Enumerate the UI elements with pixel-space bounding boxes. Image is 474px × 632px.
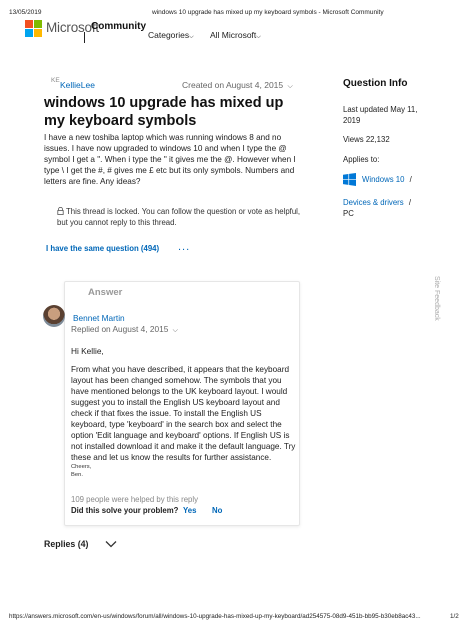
answer-greeting: Hi Kellie, bbox=[71, 346, 104, 356]
print-date: 13/05/2019 bbox=[9, 9, 42, 16]
chevron-down-icon: ⌵ bbox=[172, 327, 178, 334]
last-updated: Last updated May 11, 2019 bbox=[343, 104, 417, 126]
answer-replied-date[interactable]: Replied on August 4, 2015 ⌵ bbox=[71, 324, 178, 335]
question-created-date[interactable]: Created on August 4, 2015 ⌵ bbox=[182, 80, 293, 91]
nav-all-microsoft[interactable]: All Microsoft⌵ bbox=[210, 30, 261, 41]
microsoft-logo-icon[interactable] bbox=[25, 20, 43, 38]
signoff-line-2: Ben. bbox=[71, 472, 83, 478]
views-count: Views 22,132 bbox=[343, 135, 390, 144]
yes-button[interactable]: Yes bbox=[183, 506, 196, 515]
replies-toggle[interactable]: Replies (4) bbox=[44, 539, 89, 549]
replied-label: Replied on August 4, 2015 bbox=[71, 324, 169, 334]
logo-square-red bbox=[25, 20, 33, 28]
avatar[interactable] bbox=[43, 305, 65, 327]
chevron-down-icon: ⌵ bbox=[189, 34, 194, 40]
topic-label: Devices & drivers bbox=[343, 198, 404, 207]
product-windows-10-link[interactable]: Windows 10 / bbox=[362, 175, 412, 184]
logo-square-yellow bbox=[34, 29, 42, 37]
nav-all-microsoft-label: All Microsoft bbox=[210, 30, 257, 40]
chevron-down-icon: ⌵ bbox=[256, 34, 261, 40]
print-page-title: windows 10 upgrade has mixed up my keybo… bbox=[152, 9, 384, 16]
same-question-button[interactable]: I have the same question (494) bbox=[46, 244, 159, 253]
chevron-down-icon[interactable] bbox=[105, 538, 117, 550]
created-label: Created on August 4, 2015 bbox=[182, 80, 284, 90]
footer-page-number: 1/2 bbox=[450, 613, 459, 620]
no-button[interactable]: No bbox=[212, 506, 222, 515]
helped-count: 109 people were helped by this reply bbox=[71, 495, 199, 504]
question-body: I have a new toshiba laptop which was ru… bbox=[44, 133, 296, 186]
windows-logo-icon bbox=[343, 173, 356, 186]
answer-body: From what you have described, it appears… bbox=[71, 365, 296, 462]
thread-locked-notice: This thread is locked. You can follow th… bbox=[57, 206, 307, 228]
applies-to-label: Applies to: bbox=[343, 155, 380, 164]
solve-prompt: Did this solve your problem? bbox=[71, 506, 179, 515]
nav-categories[interactable]: Categories⌵ bbox=[148, 30, 194, 41]
logo-square-blue bbox=[25, 29, 33, 37]
logo-square-green bbox=[34, 20, 42, 28]
answer-signoff: Cheers, Ben. bbox=[71, 463, 91, 479]
answer-label: Answer bbox=[88, 287, 123, 298]
site-feedback-tab[interactable]: Site Feedback bbox=[433, 276, 440, 321]
nav-categories-label: Categories bbox=[148, 30, 190, 40]
more-options-button[interactable]: ... bbox=[178, 241, 190, 253]
question-title: windows 10 upgrade has mixed up my keybo… bbox=[44, 95, 284, 129]
community-link[interactable]: Community bbox=[91, 21, 146, 32]
breadcrumb-separator: / bbox=[409, 175, 412, 184]
author-avatar-initials: KE bbox=[51, 77, 60, 84]
topic-pc-link[interactable]: PC bbox=[343, 208, 354, 219]
product-label: Windows 10 bbox=[362, 175, 405, 184]
footer-url: https://answers.microsoft.com/en-us/wind… bbox=[9, 613, 421, 620]
question-author[interactable]: KellieLee bbox=[60, 80, 95, 90]
locked-text: This thread is locked. You can follow th… bbox=[57, 207, 301, 227]
header-divider bbox=[84, 32, 85, 43]
answer-author[interactable]: Bennet Martin bbox=[73, 313, 125, 323]
last-updated-line-2: 2019 bbox=[343, 116, 361, 125]
question-info-heading: Question Info bbox=[343, 78, 408, 89]
topic-devices-drivers-link[interactable]: Devices & drivers / bbox=[343, 197, 411, 208]
breadcrumb-separator: / bbox=[408, 198, 412, 207]
chevron-down-icon: ⌵ bbox=[287, 83, 293, 90]
last-updated-line-1: Last updated May 11, bbox=[343, 105, 418, 114]
signoff-line-1: Cheers, bbox=[71, 464, 92, 470]
